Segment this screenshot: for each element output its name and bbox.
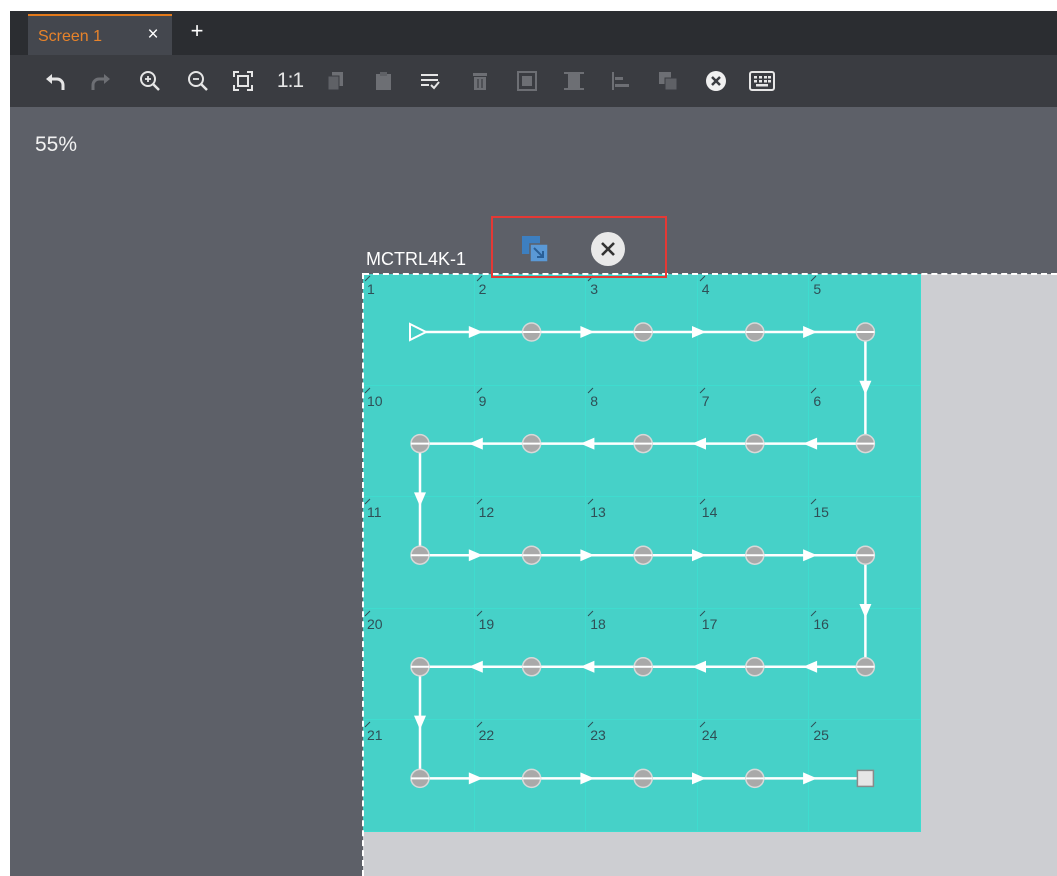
route-arrow-icon bbox=[468, 549, 483, 562]
route-arrow-icon bbox=[580, 437, 595, 450]
trash-icon bbox=[473, 73, 487, 90]
route-arrow-icon bbox=[692, 437, 706, 450]
zoom-level: 55% bbox=[35, 133, 78, 156]
toolbar: 1:1 bbox=[10, 55, 1057, 107]
route-arrow-icon bbox=[692, 660, 706, 673]
copy-button[interactable] bbox=[323, 68, 349, 94]
app-window: Screen 1 × + 1:1 55% 1 2 3 4 5 10 9 8 7 … bbox=[10, 11, 1057, 876]
route-arrow-icon bbox=[803, 772, 818, 785]
copy-connection-icon bbox=[522, 236, 549, 263]
route-arrow-icon bbox=[859, 380, 872, 395]
fit-screen-icon bbox=[233, 71, 253, 91]
align-center-button[interactable] bbox=[561, 68, 587, 94]
route-arrow-icon bbox=[580, 660, 595, 673]
screen-boundary-left bbox=[362, 273, 364, 876]
canvas-empty-area-bottom bbox=[363, 832, 921, 876]
align-fill-button[interactable] bbox=[514, 68, 540, 94]
route-arrow-icon bbox=[803, 437, 818, 450]
route-end-icon bbox=[856, 769, 875, 788]
keyboard-icon bbox=[749, 71, 775, 91]
zoom-in-icon bbox=[140, 71, 160, 91]
redo-button[interactable] bbox=[88, 68, 114, 94]
keyboard-button[interactable] bbox=[747, 68, 777, 94]
route-arrow-icon bbox=[468, 660, 483, 673]
controller-label: MCTRL4K-1 bbox=[366, 249, 467, 269]
route-arrow-icon bbox=[468, 772, 483, 785]
route-arrow-icon bbox=[414, 715, 426, 730]
route-arrow-icon bbox=[468, 326, 483, 338]
clear-button[interactable] bbox=[703, 68, 729, 94]
undo-button[interactable] bbox=[42, 68, 68, 94]
paste-icon bbox=[376, 72, 391, 90]
fit-screen-button[interactable] bbox=[230, 68, 256, 94]
route-arrow-icon bbox=[803, 549, 818, 562]
tab-bar: Screen 1 × + bbox=[10, 11, 1057, 55]
copy-icon bbox=[327, 72, 343, 91]
close-action-button[interactable] bbox=[591, 232, 625, 266]
route-arrow-icon bbox=[803, 326, 818, 338]
route-arrow-icon bbox=[692, 549, 706, 562]
actual-size-button[interactable]: 1:1 bbox=[273, 68, 307, 94]
highlight-box bbox=[491, 216, 667, 278]
canvas-empty-area bbox=[921, 274, 1057, 876]
select-all-button[interactable] bbox=[417, 68, 443, 94]
undo-icon bbox=[46, 74, 65, 90]
route-arrow-icon bbox=[414, 492, 426, 507]
align-left-button[interactable] bbox=[608, 68, 634, 94]
route-arrow-icon bbox=[580, 772, 595, 785]
route-arrow-icon bbox=[803, 660, 818, 673]
select-all-icon bbox=[421, 74, 440, 90]
copy-connection-action-button[interactable] bbox=[519, 233, 551, 265]
cabinet-grid: 1 2 3 4 5 10 9 8 7 6 11 12 13 14 15 20 19 18 17 16 21 22 23 24 2… bbox=[363, 274, 921, 832]
actual-size-icon: 1:1 bbox=[276, 69, 304, 92]
route-start-icon bbox=[409, 322, 429, 342]
copy-connection-button[interactable] bbox=[655, 68, 681, 94]
route-arrow-icon bbox=[580, 549, 595, 562]
zoom-out-icon bbox=[188, 71, 208, 91]
zoom-in-button[interactable] bbox=[137, 68, 163, 94]
screen-boundary-top bbox=[363, 273, 1057, 275]
clear-icon bbox=[706, 71, 726, 91]
delete-button[interactable] bbox=[467, 68, 493, 94]
align-left-icon bbox=[612, 72, 629, 90]
zoom-out-button[interactable] bbox=[185, 68, 211, 94]
align-fill-icon bbox=[517, 71, 537, 91]
tab-close-icon[interactable]: × bbox=[143, 25, 163, 45]
route-arrow-icon bbox=[692, 772, 706, 785]
paste-button[interactable] bbox=[371, 68, 397, 94]
copy-connection-icon bbox=[659, 72, 678, 91]
route-arrow-icon bbox=[580, 326, 595, 338]
tab-screen-1[interactable]: Screen 1 × bbox=[28, 14, 172, 55]
add-tab-icon[interactable]: + bbox=[186, 20, 208, 42]
close-icon bbox=[601, 242, 615, 256]
redo-icon bbox=[91, 74, 110, 90]
align-center-icon bbox=[564, 72, 584, 90]
tab-label: Screen 1 bbox=[38, 28, 103, 45]
route-arrow-icon bbox=[859, 604, 872, 618]
route-arrow-icon bbox=[468, 437, 483, 450]
route-arrow-icon bbox=[692, 326, 706, 338]
connection-route bbox=[409, 322, 876, 789]
